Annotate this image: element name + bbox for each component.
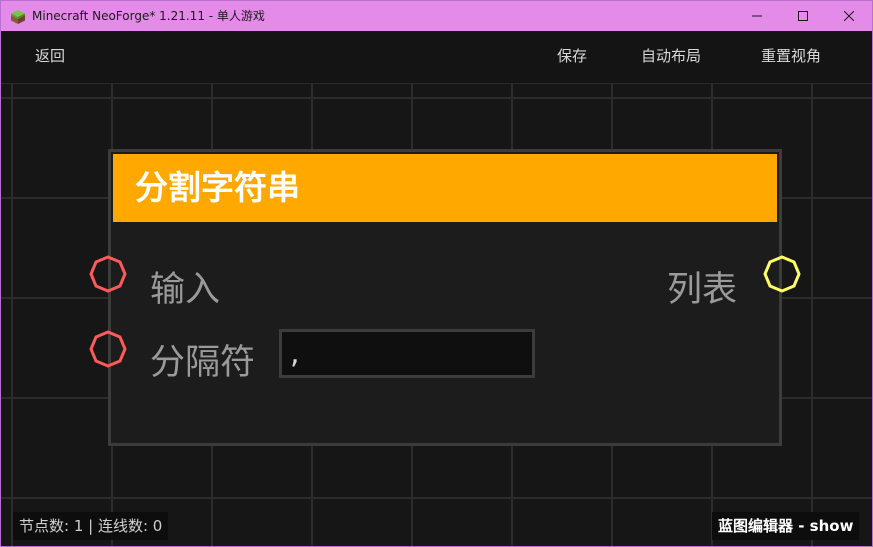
window-title: Minecraft NeoForge* 1.21.11 - 单人游戏 [32, 9, 265, 23]
minimize-icon [752, 15, 762, 17]
output-port-label: 列表 [667, 270, 738, 310]
separator-port[interactable] [88, 329, 128, 369]
toolbar: 返回 保存 自动布局 重置视角 [1, 31, 872, 84]
split-string-node[interactable]: 分割字符串 输入 列表 分隔符 , [108, 149, 782, 446]
save-button[interactable]: 保存 [557, 46, 587, 66]
node-title: 分割字符串 [135, 168, 300, 207]
close-icon [844, 11, 854, 21]
stats-bar: 节点数: 1 | 连线数: 0 [13, 512, 169, 540]
close-button[interactable] [826, 1, 872, 31]
reset-view-button[interactable]: 重置视角 [761, 46, 821, 66]
back-button[interactable]: 返回 [35, 46, 65, 66]
maximize-icon [798, 11, 808, 21]
maximize-button[interactable] [780, 1, 826, 31]
input-port-label: 输入 [150, 270, 221, 310]
window-frame: Minecraft NeoForge* 1.21.11 - 单人游戏 返回 保存… [0, 0, 873, 547]
title-bar[interactable]: Minecraft NeoForge* 1.21.11 - 单人游戏 [1, 1, 872, 31]
editor-label: 蓝图编辑器 - show [712, 512, 860, 540]
input-port[interactable] [88, 254, 128, 294]
separator-port-label: 分隔符 [150, 343, 256, 383]
separator-input[interactable]: , [279, 329, 535, 378]
minecraft-grass-block-icon [11, 9, 25, 24]
node-header[interactable]: 分割字符串 [113, 154, 777, 222]
auto-layout-button[interactable]: 自动布局 [641, 46, 701, 66]
output-port[interactable] [762, 254, 802, 294]
minimize-button[interactable] [734, 1, 780, 31]
